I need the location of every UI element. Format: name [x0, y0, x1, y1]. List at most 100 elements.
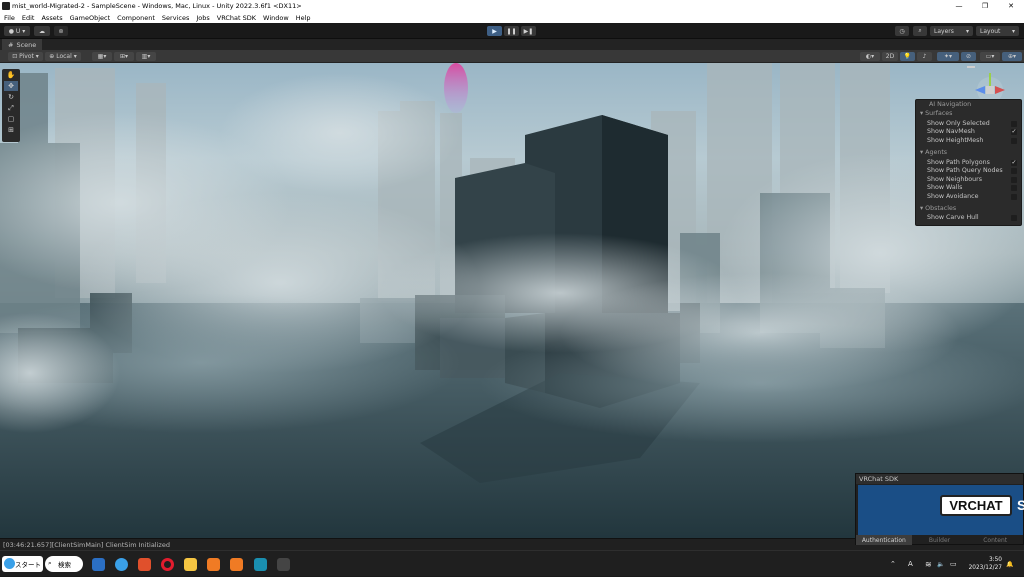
- menu-gameobject[interactable]: GameObject: [70, 14, 111, 22]
- snipping-tool-icon[interactable]: [254, 558, 267, 571]
- start-button[interactable]: スタート: [2, 556, 43, 572]
- menu-assets[interactable]: Assets: [41, 14, 62, 22]
- checkbox[interactable]: [1011, 177, 1017, 183]
- section-agents-label: Agents: [925, 149, 948, 156]
- toggle-show-avoidance[interactable]: Show Avoidance: [927, 193, 1021, 202]
- menu-vrchat-sdk[interactable]: VRChat SDK: [217, 14, 256, 22]
- item-label: Show Avoidance: [927, 193, 979, 200]
- ime-indicator[interactable]: A: [908, 551, 913, 577]
- checkbox[interactable]: [1011, 138, 1017, 144]
- minimize-button[interactable]: —: [946, 0, 972, 12]
- checkbox[interactable]: [1011, 215, 1017, 221]
- account-icon: ●: [8, 27, 16, 35]
- section-surfaces[interactable]: ▾ Surfaces: [920, 110, 1024, 119]
- edge-browser-icon[interactable]: [115, 558, 128, 571]
- tab-builder[interactable]: Builder: [912, 535, 968, 545]
- scene-viewport[interactable]: [0, 63, 1024, 538]
- pivot-dropdown[interactable]: ⊡ Pivot ▾: [8, 52, 43, 61]
- item-label: Show Only Selected: [927, 120, 990, 127]
- transform-tools-panel: ✋ ✥ ↻ ⤢ ▢ ⊞: [2, 69, 20, 142]
- checkbox[interactable]: [1011, 194, 1017, 200]
- battery-icon[interactable]: ▭: [950, 551, 957, 577]
- toggle-show-path-query-nodes[interactable]: Show Path Query Nodes: [927, 167, 1021, 176]
- collab-icon[interactable]: ⊚: [54, 26, 68, 36]
- menu-services[interactable]: Services: [162, 14, 189, 22]
- pause-button[interactable]: ❚❚: [504, 26, 519, 36]
- layers-dropdown[interactable]: Layers ▾: [930, 26, 973, 36]
- section-agents[interactable]: ▾ Agents: [920, 149, 1024, 158]
- lighting-toggle[interactable]: 💡: [900, 52, 915, 61]
- effects-dropdown[interactable]: ✦▾: [937, 52, 959, 61]
- houdini-icon[interactable]: [207, 558, 220, 571]
- audio-toggle[interactable]: ♪: [917, 52, 932, 61]
- checkbox-checked[interactable]: ✓: [1011, 160, 1017, 166]
- checkbox[interactable]: [1011, 121, 1017, 127]
- search-icon[interactable]: ⌕: [913, 26, 927, 36]
- account-dropdown[interactable]: ● U ▾: [4, 26, 30, 36]
- section-obstacles-label: Obstacles: [925, 205, 957, 212]
- move-tool-icon[interactable]: ✥: [4, 81, 18, 91]
- step-button[interactable]: ▶❚: [521, 26, 536, 36]
- unity-taskbar-icon[interactable]: [277, 558, 290, 571]
- taskbar-clock[interactable]: 3:50 2023/12/27: [969, 556, 1002, 572]
- menu-component[interactable]: Component: [117, 14, 155, 22]
- section-obstacles[interactable]: ▾ Obstacles: [920, 205, 1024, 214]
- volume-icon[interactable]: 🔈: [937, 551, 944, 577]
- tab-authentication[interactable]: Authentication: [856, 535, 912, 545]
- chevron-down-icon: ▾: [965, 27, 969, 35]
- tray-overflow-chevron[interactable]: ⌃: [890, 551, 896, 577]
- houdini-alt-icon[interactable]: [230, 558, 243, 571]
- chevron-down-icon: ▾: [20, 27, 26, 35]
- hand-tool-icon[interactable]: ✋: [4, 70, 18, 80]
- tab-content[interactable]: Content: [967, 535, 1023, 545]
- rect-tool-icon[interactable]: ▢: [4, 114, 18, 124]
- rotate-tool-icon[interactable]: ↻: [4, 92, 18, 102]
- mode-2d-toggle[interactable]: 2D: [882, 52, 898, 61]
- increment-snap-dropdown[interactable]: ⊞▾: [114, 52, 134, 61]
- scale-tool-icon[interactable]: ⤢: [4, 103, 18, 113]
- scene-tab-bar: # Scene: [0, 39, 1024, 50]
- layout-dropdown[interactable]: Layout ▾: [976, 26, 1019, 36]
- checkbox[interactable]: [1011, 185, 1017, 191]
- vrchat-sdk-title: VRChat SDK: [856, 474, 1023, 484]
- cloud-icon[interactable]: ☁: [34, 26, 50, 36]
- local-dropdown[interactable]: ⊕ Local ▾: [45, 52, 81, 61]
- menu-jobs[interactable]: Jobs: [196, 14, 209, 22]
- tab-scene[interactable]: # Scene: [2, 39, 43, 50]
- gizmos-dropdown[interactable]: ⊕▾: [1002, 52, 1022, 61]
- transform-tool-icon[interactable]: ⊞: [4, 125, 18, 135]
- toggle-show-navmesh[interactable]: Show NavMesh ✓: [927, 128, 1021, 137]
- maximize-button[interactable]: ❐: [972, 0, 998, 12]
- menu-edit[interactable]: Edit: [22, 14, 35, 22]
- widgets-icon[interactable]: [92, 558, 105, 571]
- grid-snap-dropdown[interactable]: ▦▾: [92, 52, 112, 61]
- brave-browser-icon[interactable]: [138, 558, 151, 571]
- taskbar-search[interactable]: ⌕ 検索: [45, 556, 83, 572]
- toggle-show-heightmesh[interactable]: Show HeightMesh: [927, 137, 1021, 146]
- pivot-label: Pivot: [19, 53, 34, 60]
- section-surfaces-label: Surfaces: [925, 110, 953, 117]
- grid-visibility-dropdown[interactable]: ▥▾: [136, 52, 156, 61]
- close-button[interactable]: ✕: [998, 0, 1024, 12]
- layout-label: Layout: [980, 27, 1001, 35]
- camera-dropdown[interactable]: ▭▾: [980, 52, 1000, 61]
- checkbox[interactable]: [1011, 168, 1017, 174]
- toggle-show-carve-hull[interactable]: Show Carve Hull: [927, 214, 1021, 223]
- checkbox-checked[interactable]: ✓: [1011, 129, 1017, 135]
- toggle-show-walls[interactable]: Show Walls: [927, 184, 1021, 193]
- draw-mode-dropdown[interactable]: ◐▾: [860, 52, 880, 61]
- menu-file[interactable]: File: [4, 14, 15, 22]
- item-label: Show NavMesh: [927, 128, 975, 135]
- item-label: Show HeightMesh: [927, 137, 984, 144]
- wifi-icon[interactable]: ≋: [925, 551, 932, 577]
- scene-view-toolbar: ⊡ Pivot ▾ ⊕ Local ▾ ▦▾ ⊞▾ ▥▾ ◐▾ 2D 💡 ♪ ✦…: [0, 50, 1024, 63]
- opera-browser-icon[interactable]: [161, 558, 174, 571]
- orientation-gizmo[interactable]: [967, 66, 1005, 103]
- hidden-objects-toggle[interactable]: ⊘: [961, 52, 976, 61]
- menu-help[interactable]: Help: [296, 14, 311, 22]
- notification-bell-icon[interactable]: 🔔: [1006, 551, 1013, 577]
- menu-window[interactable]: Window: [263, 14, 289, 22]
- play-button[interactable]: ▶: [487, 26, 502, 36]
- history-icon[interactable]: ◷: [895, 26, 909, 36]
- file-explorer-icon[interactable]: [184, 558, 197, 571]
